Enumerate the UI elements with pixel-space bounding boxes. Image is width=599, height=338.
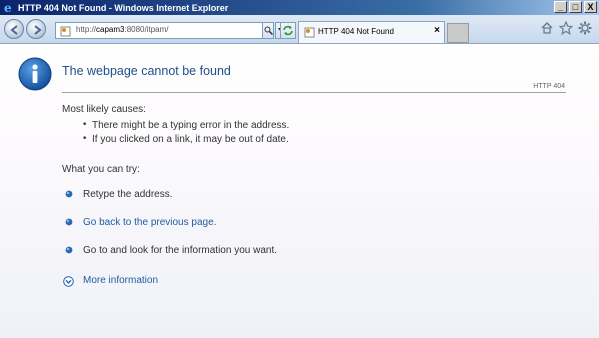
- back-arrow-icon: [10, 25, 18, 35]
- bullet-icon: •: [82, 120, 88, 130]
- close-button[interactable]: X: [584, 1, 597, 13]
- address-host: capam3: [96, 25, 125, 34]
- home-icon[interactable]: [540, 21, 554, 38]
- title-bar: e HTTP 404 Not Found - Windows Internet …: [0, 0, 599, 15]
- tab-http-404[interactable]: HTTP 404 Not Found ×: [298, 21, 445, 43]
- address-text: http://capam3:8080/itpam/: [76, 25, 169, 34]
- page-icon: [304, 27, 315, 41]
- bullet-icon: •: [82, 134, 88, 144]
- blue-bullet-icon: [65, 190, 73, 201]
- svg-text:e: e: [4, 2, 12, 13]
- refresh-icon: [283, 25, 293, 36]
- causes-heading: Most likely causes:: [62, 104, 146, 115]
- http-status-code: HTTP 404: [533, 83, 565, 90]
- back-button[interactable]: [4, 19, 24, 39]
- minimize-button[interactable]: _: [554, 1, 567, 13]
- forward-arrow-icon: [34, 25, 42, 35]
- search-button[interactable]: [262, 22, 274, 39]
- blue-bullet-icon: [65, 246, 73, 257]
- blue-bullet-icon: [65, 218, 73, 229]
- magnifier-icon: [264, 26, 273, 35]
- address-prefix: http://: [76, 25, 97, 34]
- page-icon: [60, 26, 72, 40]
- new-tab-button[interactable]: [447, 23, 469, 43]
- page-title: The webpage cannot be found: [62, 64, 231, 78]
- cause-item: If you clicked on a link, it may be out …: [92, 134, 289, 145]
- refresh-button[interactable]: [280, 22, 296, 39]
- ie-logo-icon: e: [3, 2, 15, 14]
- maximize-button[interactable]: □: [569, 1, 582, 13]
- info-icon: [18, 57, 52, 94]
- more-information-link[interactable]: More information: [83, 275, 158, 286]
- navigation-toolbar: http://capam3:8080/itpam/ HTTP 404 Not F…: [0, 15, 599, 44]
- try-heading: What you can try:: [62, 164, 140, 175]
- window-title: HTTP 404 Not Found - Windows Internet Ex…: [18, 2, 229, 13]
- go-back-link[interactable]: Go back to the previous page.: [83, 217, 216, 228]
- favorites-star-icon[interactable]: [558, 20, 574, 38]
- tab-label: HTTP 404 Not Found: [318, 27, 394, 36]
- forward-button[interactable]: [26, 19, 46, 39]
- page-content: The webpage cannot be found HTTP 404 Mos…: [0, 45, 599, 338]
- expand-chevron-icon[interactable]: [63, 276, 74, 290]
- try-go-to: Go to and look for the information you w…: [83, 245, 277, 256]
- tab-close-button[interactable]: ×: [434, 25, 440, 36]
- cause-item: There might be a typing error in the add…: [92, 120, 290, 131]
- divider: [62, 92, 566, 93]
- try-retype: Retype the address.: [83, 189, 173, 200]
- address-path: :8080/itpam/: [124, 25, 169, 34]
- address-bar[interactable]: http://capam3:8080/itpam/: [55, 22, 266, 39]
- gear-icon[interactable]: [578, 21, 592, 38]
